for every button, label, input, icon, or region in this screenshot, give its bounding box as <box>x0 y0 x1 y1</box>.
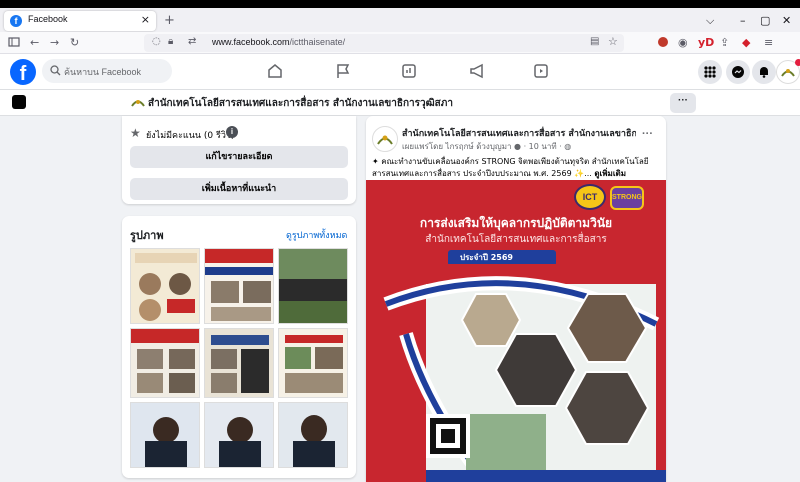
grid-icon <box>704 66 716 78</box>
search-icon <box>50 65 61 76</box>
pocket-icon[interactable]: ◉ <box>678 36 688 49</box>
photo-thumbnail[interactable] <box>204 328 274 398</box>
search-placeholder: ค้นหาบน Facebook <box>64 67 142 77</box>
notifications-button[interactable] <box>752 60 776 84</box>
sidebar-toggle-icon[interactable] <box>8 36 20 51</box>
page-switch-icon[interactable] <box>12 95 26 109</box>
insights-icon[interactable] <box>400 62 418 80</box>
info-icon: ● <box>514 142 522 151</box>
add-featured-button[interactable]: เพิ่มเนื้อหาที่แนะนำ <box>130 178 348 200</box>
facebook-logo-icon[interactable]: f <box>10 59 36 85</box>
extension-red-icon[interactable]: ◆ <box>742 36 750 49</box>
profile-avatar[interactable] <box>776 59 800 84</box>
share-icon[interactable]: ⇪ <box>720 36 729 49</box>
notification-dot <box>795 59 800 66</box>
post-author-name[interactable]: สำนักเทคโนโลยีสารสนเทศและการสื่อสาร สำนั… <box>402 126 636 140</box>
photo-thumbnail[interactable] <box>204 248 274 324</box>
poster-title: การส่งเสริมให้บุคลากรปฏิบัติตามวินัย <box>419 216 613 230</box>
rating-text: ยังไม่มีคะแนน (0 รีวิว) <box>146 131 235 141</box>
lock-icon[interactable]: 🔒︎ <box>168 36 173 47</box>
reader-view-icon[interactable]: ▤ <box>590 36 599 47</box>
ict-badge: ICT <box>574 184 606 210</box>
ads-megaphone-icon[interactable] <box>468 62 486 80</box>
bookmark-star-icon[interactable]: ☆ <box>608 35 618 48</box>
window-maximize-button[interactable]: ▢ <box>760 14 770 27</box>
photo-thumbnail[interactable] <box>204 402 274 468</box>
browser-tab[interactable]: f Facebook × <box>4 11 156 31</box>
poster-subtitle: สำนักเทคโนโลยีสารสนเทศและการสื่อสาร <box>425 234 607 245</box>
page-subheader: สำนักเทคโนโลยีสารสนเทศและการสื่อสาร สำนั… <box>0 90 800 116</box>
photo-thumbnail[interactable] <box>278 328 348 398</box>
messenger-icon <box>732 66 744 78</box>
permissions-icon[interactable]: ⇄ <box>188 36 196 47</box>
post-text: ✦ คณะทำงานขับเคลื่อนองค์กร STRONG จิตพอเ… <box>372 157 649 178</box>
menu-grid-button[interactable] <box>698 60 722 84</box>
search-input[interactable]: ค้นหาบน Facebook <box>42 59 172 83</box>
messenger-button[interactable] <box>726 60 750 84</box>
strong-badge: STRONG <box>610 186 644 210</box>
tab-title: Facebook <box>28 14 68 24</box>
window-minimize-button[interactable]: – <box>740 14 746 27</box>
see-all-photos-link[interactable]: ดูรูปภาพทั้งหมด <box>286 228 347 242</box>
photo-thumbnail[interactable] <box>278 248 348 324</box>
photos-card: รูปภาพ ดูรูปภาพทั้งหมด <box>122 216 356 478</box>
page-logo-icon <box>131 100 145 107</box>
tab-list-button[interactable]: ⌵ <box>706 14 714 28</box>
photo-thumbnail[interactable] <box>130 328 200 398</box>
facebook-favicon-icon: f <box>10 15 22 27</box>
post-more-button[interactable]: ··· <box>642 128 653 140</box>
home-icon[interactable] <box>266 62 284 80</box>
yd-extension-icon[interactable]: yD <box>698 36 714 49</box>
forward-arrow-icon[interactable]: → <box>50 36 59 49</box>
page-more-button[interactable]: ··· <box>670 93 696 113</box>
intro-card: ★ ยังไม่มีคะแนน (0 รีวิว) i แก้ไขรายละเอ… <box>122 116 356 204</box>
shield-icon[interactable]: ◌ <box>152 36 161 47</box>
tab-strip: f Facebook × + ⌵ – ▢ ✕ <box>0 8 800 32</box>
url-text[interactable]: www.facebook.com/ictthaisenate/ <box>212 37 345 47</box>
page-title: สำนักเทคโนโลยีสารสนเทศและการสื่อสาร สำนั… <box>148 98 453 109</box>
ict-logo-icon <box>377 135 393 145</box>
screen-top-border <box>0 0 800 8</box>
sparkle-emoji-icon: ✨ <box>574 169 585 178</box>
poster-artwork <box>366 264 666 482</box>
photo-thumbnail[interactable] <box>278 402 348 468</box>
new-tab-button[interactable]: + <box>164 13 175 28</box>
photo-thumbnail[interactable] <box>130 248 200 324</box>
facebook-header: f ค้นหาบน Facebook <box>0 54 800 90</box>
back-arrow-icon[interactable]: ← <box>30 36 39 49</box>
sparkle-emoji-icon: ✦ <box>372 157 379 166</box>
pages-flag-icon[interactable] <box>334 62 352 80</box>
reload-icon[interactable]: ↻ <box>70 36 79 49</box>
browser-navbar: ← → ↻ ◌ 🔒︎ ⇄ www.facebook.com/ictthaisen… <box>0 32 800 54</box>
tab-close-button[interactable]: × <box>141 13 150 26</box>
post-byline: เผยแพร่โดย ไกรฤกษ์ ด้วงบุญมา ● · 10 นาที… <box>402 142 572 151</box>
star-icon: ★ <box>130 126 141 140</box>
info-icon[interactable]: i <box>226 126 238 138</box>
extension-icon[interactable] <box>658 37 668 47</box>
photos-heading: รูปภาพ <box>130 229 164 242</box>
bell-icon <box>760 67 768 78</box>
address-bar[interactable]: ◌ 🔒︎ ⇄ www.facebook.com/ictthaisenate/ ▤… <box>144 34 624 52</box>
photo-thumbnail[interactable] <box>130 402 200 468</box>
globe-icon: ◍ <box>564 142 572 151</box>
menu-icon[interactable]: ≡ <box>764 36 773 49</box>
edit-details-button[interactable]: แก้ไขรายละเอียด <box>130 146 348 168</box>
post-author-avatar[interactable] <box>372 126 398 152</box>
window-close-button[interactable]: ✕ <box>782 14 791 27</box>
video-icon[interactable] <box>532 62 550 80</box>
see-more-link[interactable]: ดูเพิ่มเติม <box>594 169 626 178</box>
post-image[interactable]: ICT STRONG การส่งเสริมให้บุคลากรปฏิบัติต… <box>366 180 666 482</box>
